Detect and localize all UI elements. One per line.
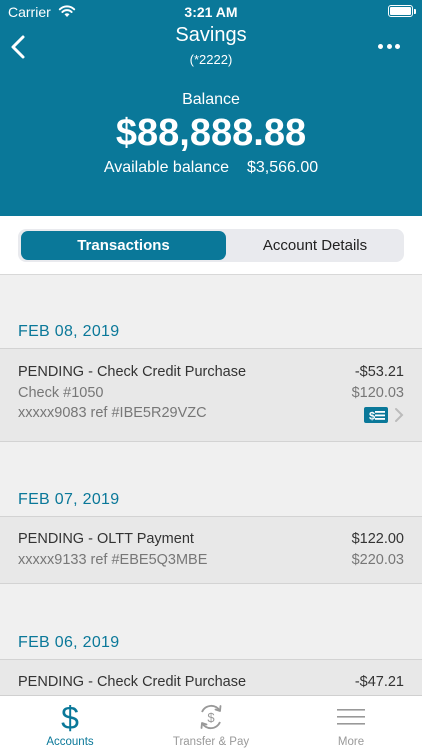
transaction-description: PENDING - OLTT Payment: [18, 531, 194, 547]
transaction-row[interactable]: PENDING - Check Credit Purchase Check #1…: [0, 348, 422, 442]
more-options-icon[interactable]: [378, 44, 400, 50]
balance-amount: $88,888.88: [115, 112, 307, 154]
transfer-icon: $: [200, 704, 222, 730]
page-title: Savings: [175, 24, 247, 46]
transaction-reference: xxxxx9083 ref #IBE5R29VZC: [18, 405, 207, 421]
tab-accounts[interactable]: $ Accounts: [0, 696, 140, 750]
date-header: FEB 07, 2019: [18, 491, 120, 508]
date-header: FEB 06, 2019: [18, 634, 120, 651]
view-switcher: Transactions Account Details: [0, 216, 422, 275]
clock: 3:21 AM: [184, 4, 238, 20]
transaction-description: PENDING - Check Credit Purchase: [18, 364, 247, 380]
menu-icon: [337, 709, 365, 725]
status-bar: Carrier 3:21 AM: [0, 0, 422, 24]
balance-label: Balance: [182, 91, 240, 108]
transaction-description: PENDING - Check Credit Purchase: [18, 674, 247, 690]
available-balance-amount: $3,566.00: [246, 159, 319, 176]
transaction-check-number: Check #1050: [18, 385, 104, 401]
dollar-icon: $: [61, 702, 79, 732]
account-header: Carrier 3:21 AM Savings (*2222) Balance …: [0, 0, 422, 216]
tab-account-details[interactable]: Account Details: [230, 231, 400, 260]
account-number: (*2222): [189, 52, 233, 67]
tab-more[interactable]: More: [281, 696, 421, 750]
transaction-running-balance: $220.03: [351, 552, 404, 568]
check-image-icon[interactable]: $: [363, 406, 389, 424]
date-header: FEB 08, 2019: [18, 323, 120, 340]
tab-label: Accounts: [46, 736, 94, 748]
battery-icon: [388, 5, 416, 17]
transaction-amount: -$53.21: [354, 364, 404, 380]
tab-label: Transfer & Pay: [172, 736, 250, 748]
svg-text:$: $: [369, 411, 375, 423]
transaction-amount: -$47.21: [354, 674, 404, 690]
available-balance-label: Available balance: [103, 159, 229, 176]
tab-bar: $ Accounts $ Transfer & Pay More: [0, 695, 422, 750]
tab-transactions[interactable]: Transactions: [21, 231, 226, 260]
transaction-reference: xxxxx9133 ref #EBE5Q3MBE: [18, 552, 208, 568]
transaction-running-balance: $120.03: [351, 385, 404, 401]
svg-text:$: $: [207, 710, 215, 725]
transaction-row[interactable]: PENDING - OLTT Payment xxxxx9133 ref #EB…: [0, 516, 422, 584]
tab-label: More: [337, 736, 365, 748]
transaction-amount: $122.00: [351, 531, 404, 547]
svg-text:$: $: [61, 702, 79, 732]
chevron-right-icon[interactable]: [394, 407, 404, 423]
available-balance: Available balance $3,566.00: [0, 159, 422, 177]
tab-transfer-pay[interactable]: $ Transfer & Pay: [141, 696, 281, 750]
segmented-control: Transactions Account Details: [18, 229, 404, 262]
